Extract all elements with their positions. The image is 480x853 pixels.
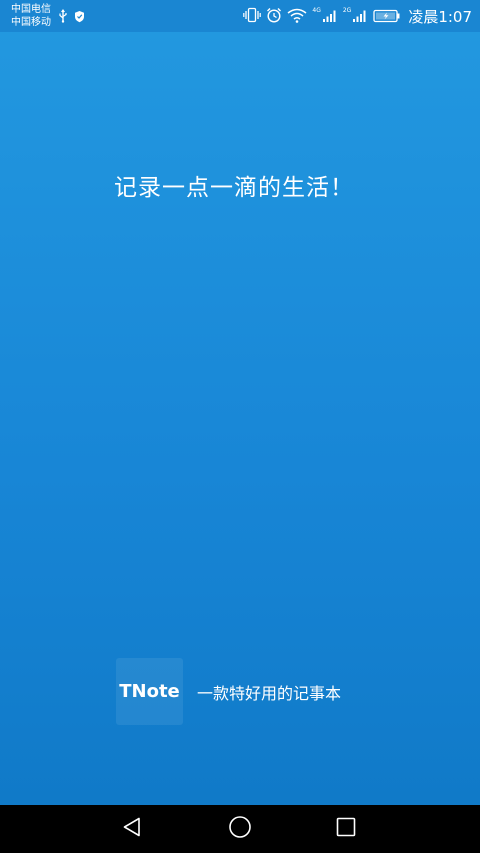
app-logo: TNote — [116, 658, 183, 725]
recent-apps-button[interactable] — [334, 817, 358, 841]
home-button[interactable] — [228, 815, 252, 843]
recent-apps-icon — [335, 816, 357, 842]
carrier-info: 中国电信 中国移动 — [11, 3, 51, 29]
network-type-1: 4G — [312, 7, 321, 14]
home-icon — [228, 815, 252, 843]
slogan-text: 记录一点一滴的生活！ — [114, 175, 354, 201]
shield-icon — [74, 8, 85, 27]
app-logo-text: TNote — [119, 681, 180, 702]
app-tagline: 一款特好用的记事本 — [197, 683, 342, 703]
signal-icon — [352, 8, 368, 27]
usb-icon — [58, 8, 68, 27]
signal-icon — [322, 8, 338, 27]
battery-charging-icon — [373, 8, 401, 27]
status-right-icons: 4G 2G 凌晨1:07 — [243, 7, 472, 27]
clock-time: 凌晨1:07 — [408, 8, 472, 26]
back-icon — [121, 816, 143, 842]
status-bar: 中国电信 中国移动 4G 2G 凌晨1:07 — [0, 0, 480, 32]
wifi-icon — [287, 8, 307, 27]
status-left-icons — [58, 8, 85, 27]
brand-row: TNote 一款特好用的记事本 — [116, 658, 341, 725]
carrier-2-label: 中国移动 — [11, 17, 51, 28]
alarm-icon — [266, 7, 282, 27]
navigation-bar — [0, 805, 480, 853]
network-type-2: 2G — [342, 7, 352, 14]
carrier-1-label: 中国电信 — [11, 4, 51, 15]
splash-screen: 中国电信 中国移动 4G 2G 凌晨1:07 记录一点一滴的生活！ TNote … — [0, 0, 480, 853]
back-button[interactable] — [120, 817, 144, 841]
vibrate-icon — [243, 7, 262, 27]
